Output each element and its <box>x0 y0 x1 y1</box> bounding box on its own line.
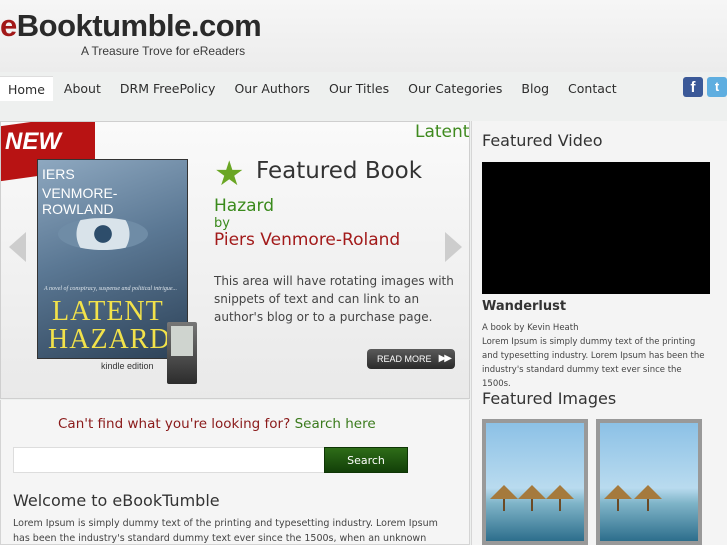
main-content: Can't find what you're looking for? Sear… <box>0 400 470 545</box>
cover-author-line1: IERS <box>42 166 75 182</box>
site-tagline: A Treasure Trove for eReaders <box>81 44 246 58</box>
slide-description: This area will have rotating images with… <box>214 274 454 324</box>
featured-images-heading: Featured Images <box>482 389 617 408</box>
featured-video-heading: Featured Video <box>482 131 603 150</box>
video-meta: A book by Kevin Heath Lorem Ipsum is sim… <box>482 321 712 391</box>
facebook-icon[interactable]: f <box>683 77 703 97</box>
nav-item-contact[interactable]: Contact <box>560 76 625 101</box>
nav-item-our-categories[interactable]: Our Categories <box>400 76 510 101</box>
video-description: Lorem Ipsum is simply dummy text of the … <box>482 337 705 389</box>
star-icon: ★ <box>214 154 245 194</box>
by-label: by <box>214 216 230 231</box>
video-author: A book by Kevin Heath <box>482 323 579 333</box>
search-prompt: Can't find what you're looking for? Sear… <box>58 416 376 432</box>
author-link[interactable]: Piers Venmore-Roland <box>214 230 400 250</box>
cover-author-line2: VENMORE-ROWLAND <box>42 185 118 217</box>
search-button[interactable]: Search <box>324 447 408 473</box>
site-header: eBooktumble.com A Treasure Trove for eRe… <box>0 0 727 72</box>
cover-title-line2: HAZARD <box>48 324 171 355</box>
nav-item-drm-free-policy[interactable]: DRM FreePolicy <box>112 76 224 101</box>
featured-book-heading: Featured Book <box>256 158 423 184</box>
slider-next-arrow-icon[interactable] <box>445 232 462 262</box>
cover-subtitle: A novel of conspiracy, suspense and poli… <box>44 286 178 292</box>
read-more-button[interactable]: READ MORE ▶▶ <box>367 349 455 369</box>
search-input[interactable] <box>13 447 325 473</box>
kindle-edition-label: kindle edition <box>101 361 154 371</box>
nav-item-our-authors[interactable]: Our Authors <box>226 76 317 101</box>
twitter-icon[interactable]: t <box>707 77 727 97</box>
featured-image-thumb[interactable] <box>482 419 588 545</box>
slider-tab-latent[interactable]: Latent <box>415 122 469 142</box>
book-title-link[interactable]: Hazard <box>214 196 274 216</box>
nav-item-about[interactable]: About <box>56 76 109 101</box>
eye-illustration <box>58 218 148 250</box>
slider-prev-arrow-icon[interactable] <box>9 232 26 262</box>
sidebar: Featured Video Wanderlust A book by Kevi… <box>471 121 727 545</box>
video-title[interactable]: Wanderlust <box>482 299 566 314</box>
main-nav: Home About DRM FreePolicy Our Authors Ou… <box>0 76 727 101</box>
book-cover-image[interactable]: IERS VENMORE-ROWLAND A novel of conspira… <box>37 159 188 359</box>
nav-item-blog[interactable]: Blog <box>513 76 557 101</box>
site-logo[interactable]: eBooktumble.com <box>0 8 262 44</box>
nav-item-home[interactable]: Home <box>0 76 53 101</box>
double-chevron-icon: ▶▶ <box>438 353 452 364</box>
video-player[interactable] <box>482 162 710 294</box>
welcome-text: Lorem Ipsum is simply dummy text of the … <box>13 518 438 544</box>
welcome-heading: Welcome to eBookTumble <box>13 491 220 510</box>
nav-item-our-titles[interactable]: Our Titles <box>321 76 397 101</box>
new-badge: NEW <box>5 128 61 155</box>
featured-book-slider: NEW Latent IERS VENMORE-ROWLAND A novel … <box>0 121 470 399</box>
kindle-device-icon <box>167 322 197 384</box>
featured-image-thumb[interactable] <box>596 419 702 545</box>
